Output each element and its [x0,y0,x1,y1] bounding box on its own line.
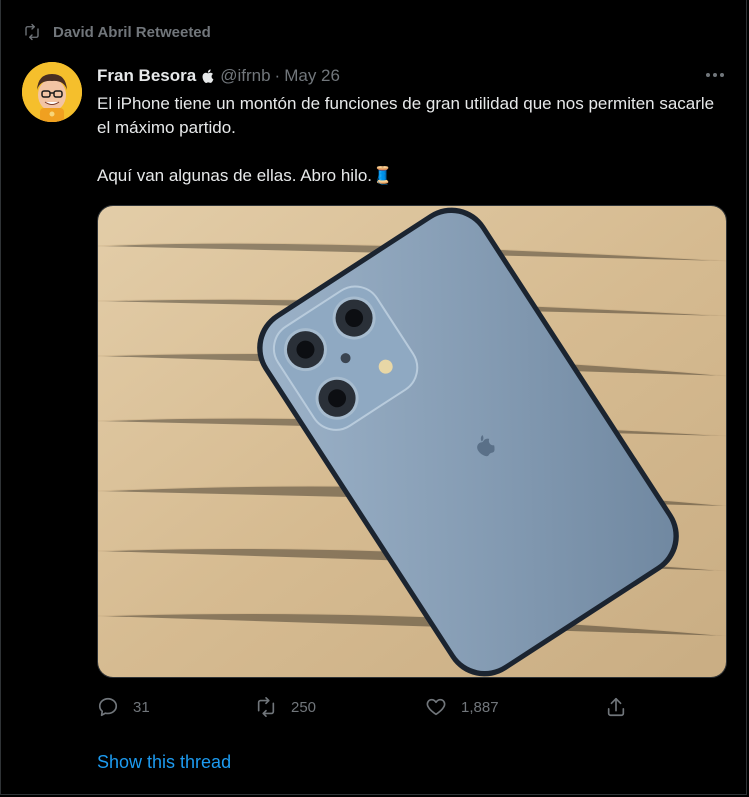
retweet-icon [25,23,39,41]
reply-button[interactable]: 31 [97,694,150,720]
retweet-count: 250 [291,698,317,716]
tweet-date[interactable]: May 26 [284,66,340,86]
share-button[interactable] [605,694,627,720]
avatar[interactable] [22,62,82,122]
tweet-actions: 31 250 1,887 [97,694,637,720]
more-options-icon [706,73,724,77]
tweet-text-line-1: El iPhone tiene un montón de funciones d… [97,94,715,137]
tweet-text-line-2: Aquí van algunas de ellas. Abro hilo.🧵 [97,166,394,185]
share-icon [607,697,625,717]
show-thread-link[interactable]: Show this thread [97,752,231,773]
iphone-photo [98,206,726,677]
like-button[interactable]: 1,887 [425,694,499,720]
memoji-avatar-image [22,62,82,122]
separator-dot: · [274,66,281,85]
more-options-button[interactable] [704,66,726,84]
tweet-card[interactable]: David Abril Retweeted Fran Besora @ifrnb… [0,0,747,795]
like-count: 1,887 [461,698,499,716]
retweet-banner: David Abril Retweeted [23,22,211,42]
heart-icon [426,698,446,716]
tweet-text: El iPhone tiene un montón de funciones d… [97,92,727,188]
apple-logo-icon [202,69,214,83]
author-handle[interactable]: @ifrnb [220,66,270,86]
retweet-button[interactable]: 250 [255,694,316,720]
reply-count: 31 [133,698,150,716]
retweet-banner-text[interactable]: David Abril Retweeted [53,24,211,41]
retweet-icon [257,697,275,717]
tweet-media-image[interactable] [97,205,727,678]
author-name[interactable]: Fran Besora [97,66,196,86]
tweet-header: Fran Besora @ifrnb · May 26 [97,65,340,87]
reply-icon [98,697,118,717]
